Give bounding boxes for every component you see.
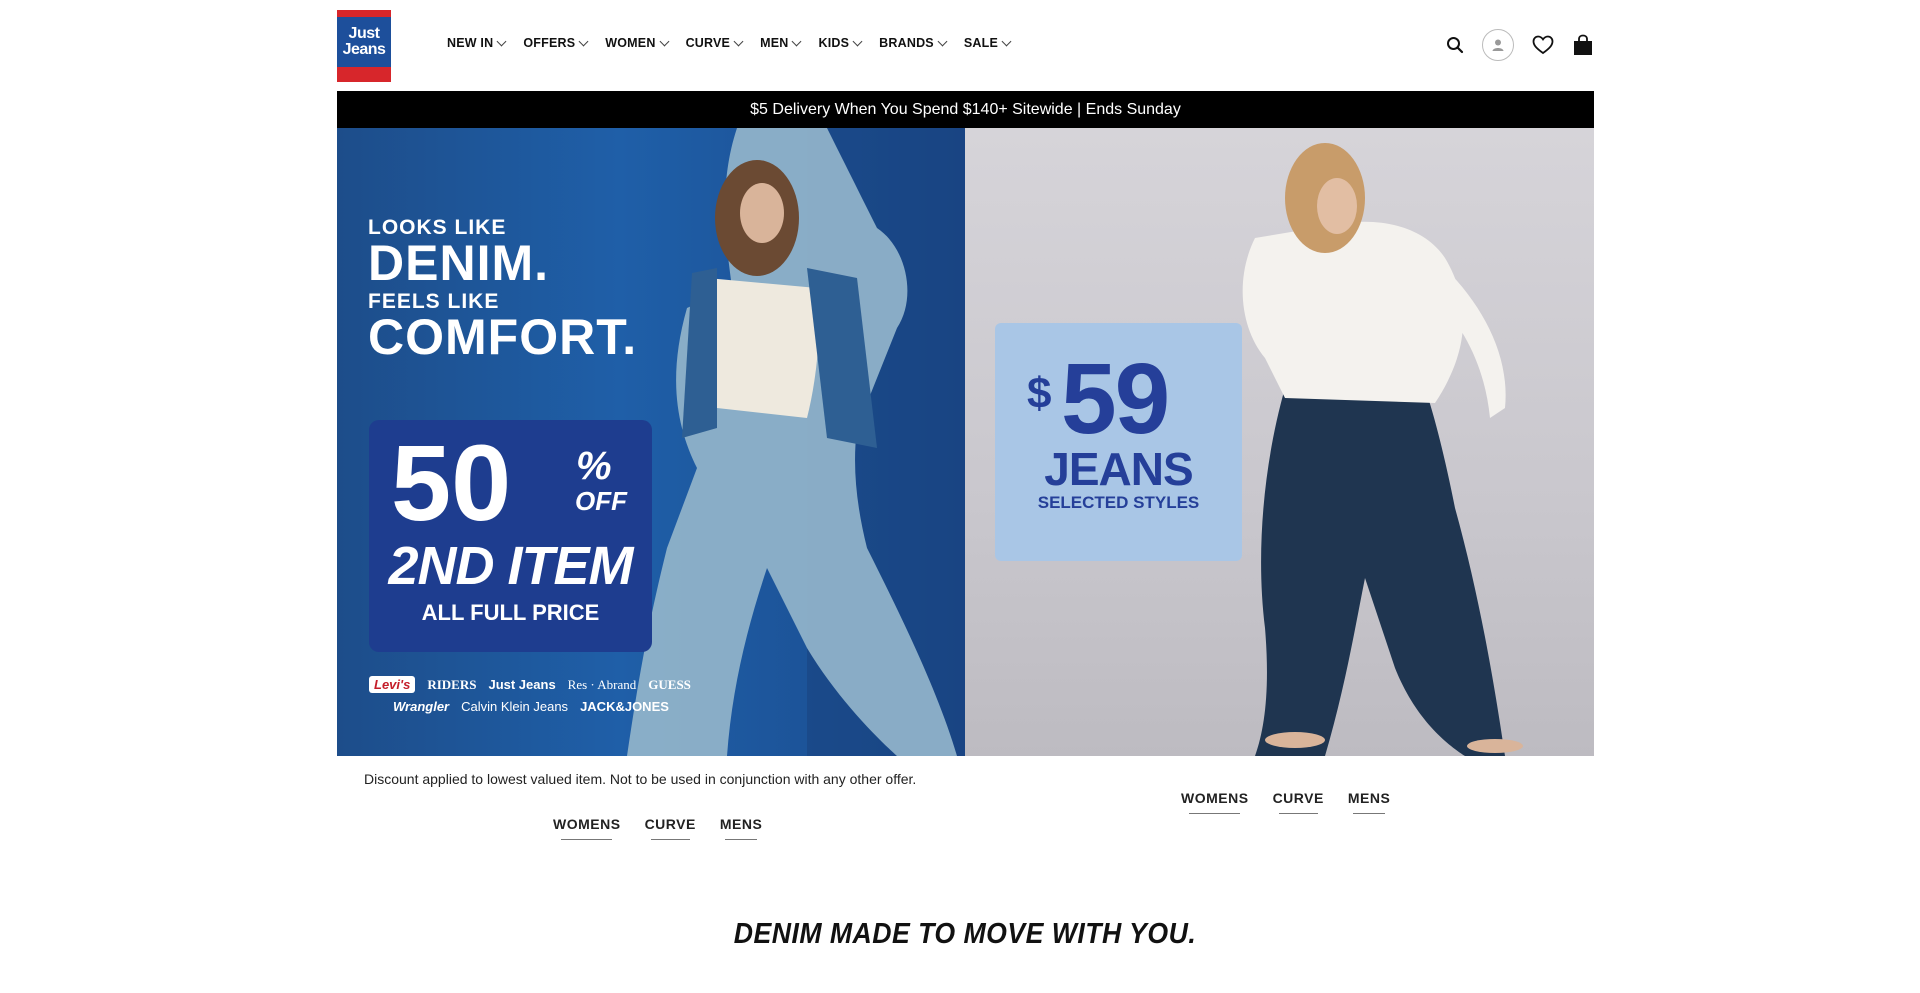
chevron-down-icon (792, 36, 802, 46)
link-mens[interactable]: MENS (1348, 790, 1390, 814)
nav-item-kids[interactable]: KIDS (818, 36, 863, 50)
chevron-down-icon (852, 36, 863, 46)
promo-bar[interactable]: $5 Delivery When You Spend $140+ Sitewid… (337, 91, 1594, 128)
user-icon[interactable] (1482, 29, 1514, 61)
promo-bar-text: $5 Delivery When You Spend $140+ Sitewid… (750, 100, 1181, 118)
link-womens[interactable]: WOMENS (1181, 790, 1249, 814)
link-curve[interactable]: CURVE (645, 816, 696, 840)
brand-calvin-klein: Calvin Klein Jeans (461, 699, 569, 714)
hero-banner-left[interactable]: LOOKS LIKE DENIM. FEELS LIKE COMFORT. 50… (337, 128, 965, 756)
section-tagline: DENIM MADE TO MOVE WITH YOU. (733, 918, 1197, 950)
logo-line-2: Jeans (342, 41, 386, 58)
just-jeans-logo[interactable]: Just Jeans (337, 10, 391, 82)
nav-item-new-in[interactable]: NEW IN (447, 36, 507, 50)
brand-guess: GUESS (648, 676, 691, 692)
offer-badge-59-jeans: $ 59 JEANS SELECTED STYLES (995, 323, 1242, 561)
brand-jack-jones: JACK&JONES (580, 699, 669, 714)
brand-logos: Levi's RIDERS Just Jeans Res · Abrand GU… (369, 676, 691, 720)
nav-item-women[interactable]: WOMEN (605, 36, 670, 50)
link-womens[interactable]: WOMENS (553, 816, 621, 840)
nav-item-brands[interactable]: BRANDS (879, 36, 948, 50)
hero-left-category-links: WOMENS CURVE MENS (553, 816, 762, 840)
offer-badge-50-off: 50 % OFF 2ND ITEM ALL FULL PRICE (369, 420, 652, 652)
brand-wrangler: Wrangler (393, 699, 450, 714)
chevron-down-icon (659, 36, 670, 46)
chevron-down-icon (578, 36, 589, 46)
main-nav: NEW IN OFFERS WOMEN CURVE MEN KIDS BRAND… (447, 36, 1028, 50)
link-curve[interactable]: CURVE (1273, 790, 1324, 814)
site-header: Just Jeans NEW IN OFFERS WOMEN CURVE MEN… (337, 10, 1594, 92)
brand-just-jeans: Just Jeans (488, 677, 556, 692)
hero-banner-right[interactable]: $ 59 JEANS SELECTED STYLES (965, 128, 1594, 756)
chevron-down-icon (733, 36, 744, 46)
brand-res-abrand: Res · Abrand (567, 676, 637, 692)
nav-item-men[interactable]: MEN (760, 36, 802, 50)
nav-item-sale[interactable]: SALE (964, 36, 1012, 50)
chevron-down-icon (496, 36, 507, 46)
shopping-bag-icon[interactable] (1572, 34, 1594, 56)
header-icons (1428, 29, 1594, 61)
logo-line-1: Just (348, 25, 380, 42)
brand-levis: Levi's (369, 676, 416, 693)
brand-riders: RIDERS (427, 676, 477, 692)
hero-right-category-links: WOMENS CURVE MENS (1181, 790, 1390, 814)
link-mens[interactable]: MENS (720, 816, 762, 840)
chevron-down-icon (1001, 36, 1012, 46)
chevron-down-icon (937, 36, 948, 46)
heart-icon[interactable] (1532, 35, 1554, 55)
search-icon[interactable] (1446, 36, 1464, 54)
nav-item-curve[interactable]: CURVE (686, 36, 744, 50)
hero-left-headline: LOOKS LIKE DENIM. FEELS LIKE COMFORT. (368, 216, 638, 365)
offer-disclaimer: Discount applied to lowest valued item. … (364, 771, 917, 787)
nav-item-offers[interactable]: OFFERS (523, 36, 589, 50)
